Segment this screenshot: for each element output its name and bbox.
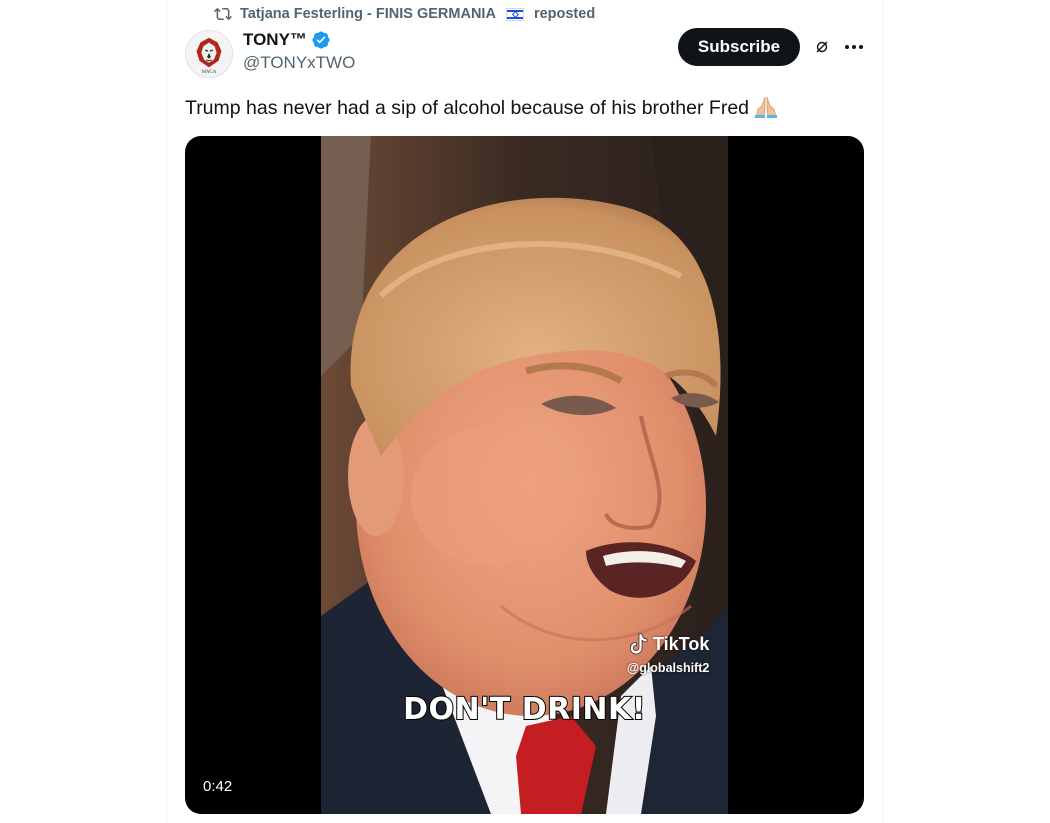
repost-user-name[interactable]: Tatjana Festerling - FINIS GERMANIA [240, 6, 496, 22]
more-options-button[interactable] [842, 36, 866, 58]
tweet-text-content: Trump has never had a sip of alcohol bec… [185, 97, 750, 119]
tiktok-handle: @globalshift2 [627, 661, 710, 675]
tiktok-watermark: TikTok [627, 632, 709, 656]
folded-hands-emoji-icon [755, 96, 778, 118]
lion-logo-icon: MAGA [186, 31, 232, 77]
video-duration: 0:42 [203, 778, 233, 795]
verified-badge-icon[interactable] [311, 30, 331, 50]
more-icon [845, 45, 863, 49]
svg-text:MAGA: MAGA [202, 70, 217, 75]
tweet-text: Trump has never had a sip of alcohol bec… [185, 95, 865, 121]
tiktok-brand: TikTok [653, 633, 710, 654]
avatar[interactable]: MAGA [185, 30, 233, 78]
video-caption: DON'T DRINK! [402, 691, 646, 728]
repost-icon [214, 7, 232, 21]
video-player[interactable]: TikTok @globalshift2 DON'T DRINK! 0:42 [185, 136, 864, 814]
page: Tatjana Festerling - FINIS GERMANIA repo… [0, 0, 1050, 823]
grok-icon [816, 41, 828, 53]
israel-flag-icon [505, 7, 524, 21]
tiktok-logo-icon [629, 633, 648, 655]
subscribe-button[interactable]: Subscribe [678, 28, 800, 66]
repost-indicator: Tatjana Festerling - FINIS GERMANIA repo… [214, 4, 595, 24]
repost-suffix: reposted [533, 6, 596, 22]
display-name-row[interactable]: TONY™ [243, 28, 355, 52]
grok-button[interactable] [811, 36, 833, 58]
display-name[interactable]: TONY™ [243, 30, 307, 50]
author-block: TONY™ @TONYxTWO [243, 28, 355, 73]
author-handle[interactable]: @TONYxTWO [243, 53, 355, 73]
